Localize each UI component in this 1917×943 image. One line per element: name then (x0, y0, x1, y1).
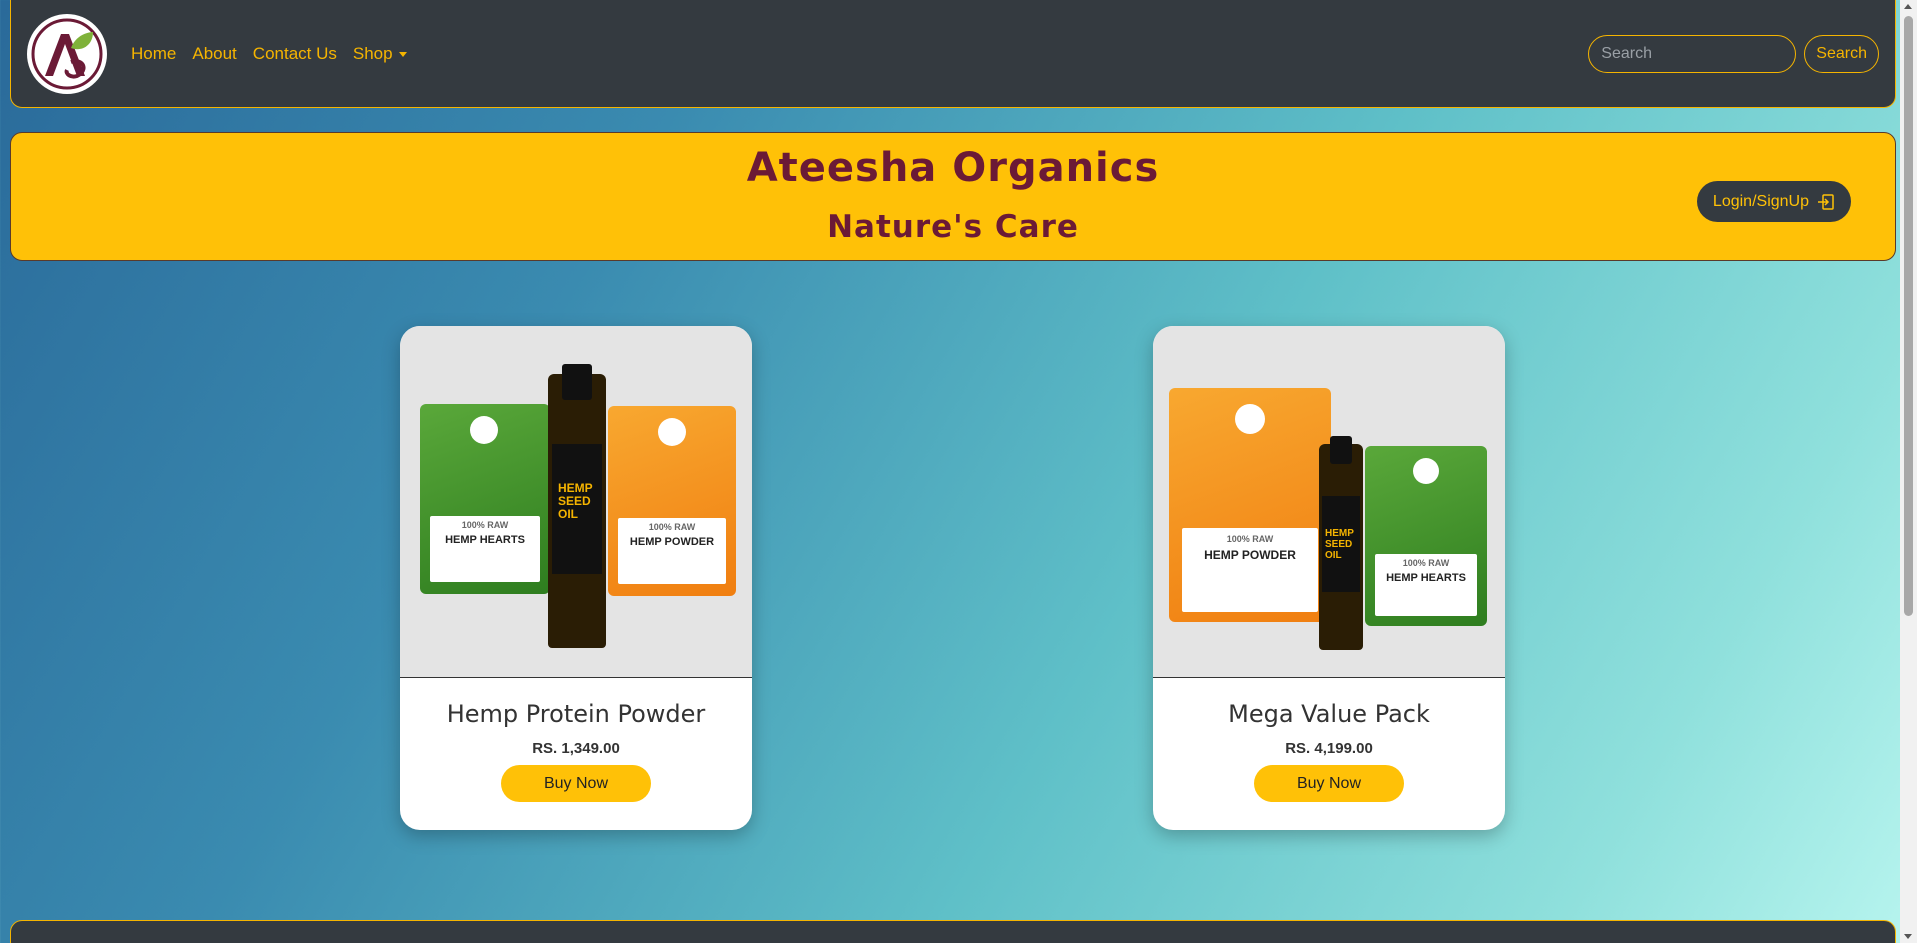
product-image[interactable]: 100% RAW HEMP HEARTS HEMP SEED OIL 100% … (400, 326, 752, 678)
hemp-powder-pouch: 100% RAW HEMP POWDER (608, 406, 736, 596)
hemp-hearts-pouch: 100% RAW HEMP HEARTS (420, 404, 550, 594)
brand-subtitle: Nature's Care (827, 209, 1079, 245)
page-scrollbar[interactable] (1900, 0, 1917, 943)
scroll-up-icon[interactable] (1904, 4, 1912, 9)
nav-shop-dropdown[interactable]: Shop (353, 44, 407, 64)
product-price: RS. 1,349.00 (532, 740, 620, 757)
hemp-powder-pouch: 100% RAW HEMP POWDER (1169, 388, 1331, 622)
hemp-hearts-pouch: 100% RAW HEMP HEARTS (1365, 446, 1487, 626)
product-title: Hemp Protein Powder (446, 700, 706, 728)
buy-now-button[interactable]: Buy Now (1254, 765, 1404, 802)
hemp-seed-oil-bottle: HEMP SEED OIL (1319, 436, 1363, 650)
chevron-down-icon (398, 52, 407, 57)
login-arrow-icon (1818, 193, 1834, 210)
product-image[interactable]: 100% RAW HEMP POWDER HEMP SEED OIL 100% … (1153, 326, 1505, 678)
product-card: 100% RAW HEMP POWDER HEMP SEED OIL 100% … (1153, 326, 1505, 830)
buy-now-button[interactable]: Buy Now (501, 765, 651, 802)
nav-contact-link[interactable]: Contact Us (253, 44, 337, 64)
product-card: 100% RAW HEMP HEARTS HEMP SEED OIL 100% … (400, 326, 752, 830)
login-signup-button[interactable]: Login/SignUp (1696, 181, 1851, 222)
navbar: Home About Contact Us Shop Search (10, 0, 1896, 108)
footer (10, 920, 1896, 943)
hemp-seed-oil-bottle: HEMP SEED OIL (548, 364, 606, 648)
nav-home-link[interactable]: Home (131, 44, 176, 64)
product-title: Mega Value Pack (1228, 700, 1430, 728)
nav-about-link[interactable]: About (192, 44, 236, 64)
search-input[interactable] (1588, 34, 1797, 73)
search-area: Search (1588, 34, 1879, 73)
brand-banner: Ateesha Organics Nature's Care Login/Sig… (10, 132, 1896, 261)
ateesha-logo-icon[interactable] (27, 13, 107, 94)
nav-shop-label: Shop (352, 43, 393, 63)
search-button[interactable]: Search (1804, 34, 1879, 73)
product-price: RS. 4,199.00 (1285, 740, 1373, 757)
scroll-down-icon[interactable] (1904, 934, 1912, 939)
nav-links: Home About Contact Us Shop (131, 44, 407, 64)
scroll-thumb[interactable] (1904, 16, 1913, 616)
login-label: Login/SignUp (1712, 192, 1809, 210)
brand-title: Ateesha Organics (746, 145, 1160, 191)
